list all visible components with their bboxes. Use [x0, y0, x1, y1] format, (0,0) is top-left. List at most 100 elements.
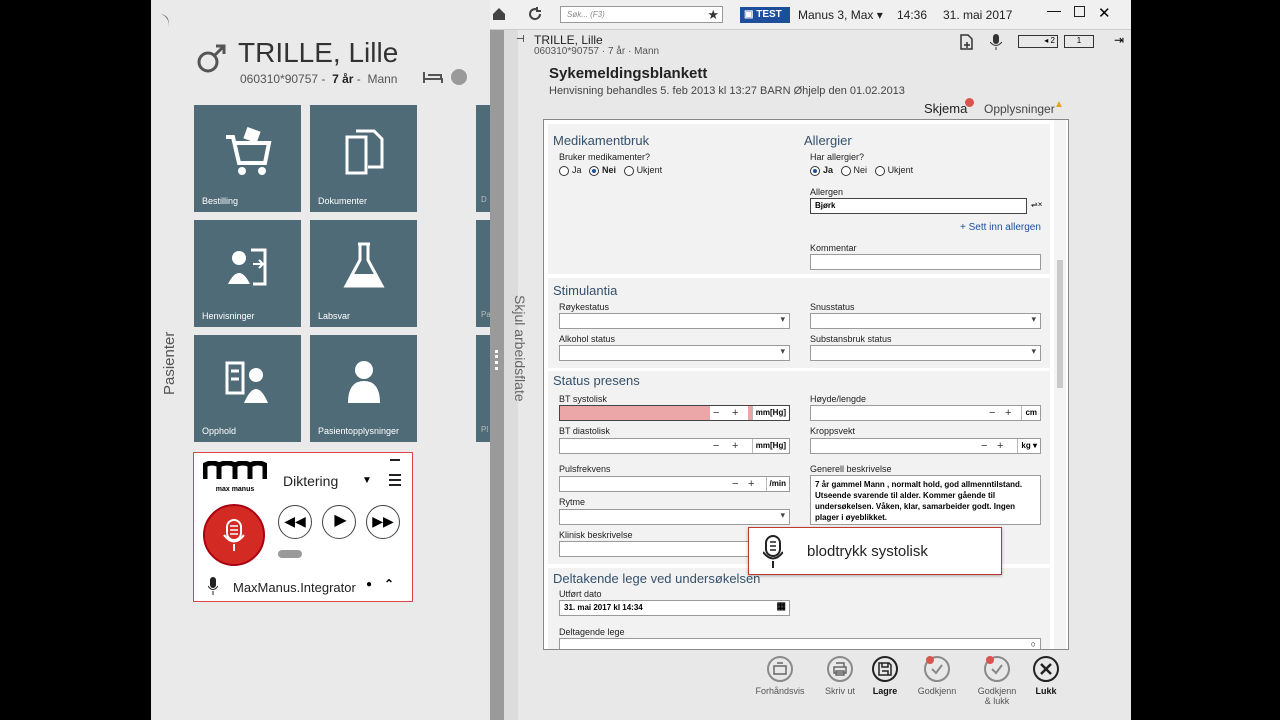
patients-vertical-tab[interactable]: Pasienter: [161, 332, 178, 395]
section-title-status: Status presens: [553, 373, 640, 388]
puls-input[interactable]: − + /min: [559, 476, 790, 492]
collapse-right-icon[interactable]: ⇥: [1114, 33, 1124, 47]
close-button[interactable]: Lukk: [1016, 656, 1076, 696]
radio-all-ukjent[interactable]: Ukjent: [874, 165, 913, 176]
rewind-button[interactable]: ◀◀: [278, 505, 312, 539]
rytme-select[interactable]: [559, 509, 790, 525]
page-next-button[interactable]: 1: [1064, 35, 1094, 48]
bt-sys-label: BT systolisk: [559, 394, 607, 404]
radio-all-ja[interactable]: Ja: [810, 165, 833, 176]
hide-workspace-label[interactable]: Skjul arbeidsflate: [512, 295, 528, 402]
page-back-button[interactable]: ◂ 2: [1018, 35, 1058, 48]
kommentar-input[interactable]: [810, 254, 1041, 270]
scrollbar-thumb[interactable]: [1057, 260, 1063, 388]
scrollbar[interactable]: [1054, 120, 1066, 649]
tile-partial-1[interactable]: D: [476, 105, 491, 212]
refresh-icon[interactable]: [528, 7, 542, 21]
radio-med-nei[interactable]: Nei: [589, 165, 616, 176]
mode-dropdown-icon[interactable]: ▼: [362, 475, 372, 486]
tile-bestilling[interactable]: Bestilling: [194, 105, 301, 212]
puls-plus-button[interactable]: +: [748, 477, 754, 491]
maximize-window-icon[interactable]: [1074, 6, 1085, 17]
radio-all-nei[interactable]: Nei: [840, 165, 867, 176]
alkohol-label: Alkohol status: [559, 334, 616, 344]
menu-icon[interactable]: [389, 473, 401, 487]
allergen-clear-icon[interactable]: ⇌×: [1031, 200, 1042, 209]
radio-med-ukjent[interactable]: Ukjent: [623, 165, 662, 176]
tile-opphold[interactable]: Opphold: [194, 335, 301, 442]
home-icon[interactable]: [492, 7, 506, 21]
section-title-stimulantia: Stimulantia: [553, 283, 618, 298]
bt-dia-minus-button[interactable]: −: [713, 439, 719, 453]
tile-pasientopplysninger[interactable]: Pasientopplysninger: [310, 335, 417, 442]
tile-labsvar[interactable]: Labsvar: [310, 220, 417, 327]
alkohol-select[interactable]: [559, 345, 790, 361]
vekt-label: Kroppsvekt: [810, 426, 856, 436]
hoyde-plus-button[interactable]: +: [1005, 406, 1011, 420]
allergen-input[interactable]: Bjørk: [810, 198, 1027, 214]
close-window-icon[interactable]: ✕: [1098, 4, 1111, 22]
documents-icon: [345, 129, 383, 175]
bt-sys-plus-button[interactable]: +: [732, 406, 738, 420]
puls-minus-button[interactable]: −: [732, 477, 738, 491]
vekt-input[interactable]: − + kg ▾: [810, 438, 1041, 454]
tile-partial-3[interactable]: Pl: [476, 335, 491, 442]
new-document-icon[interactable]: [959, 34, 973, 50]
tile-partial-2[interactable]: Pa: [476, 220, 491, 327]
tile-henvisninger[interactable]: Henvisninger: [194, 220, 301, 327]
vekt-plus-button[interactable]: +: [997, 439, 1003, 453]
bt-sys-input[interactable]: − + mm[Hg]: [559, 405, 790, 421]
save-button[interactable]: Lagre: [855, 656, 915, 696]
generell-textarea[interactable]: 7 år gammel Mann , normalt hold, god all…: [810, 475, 1041, 525]
minimize-window-icon[interactable]: —: [1047, 2, 1061, 18]
cart-icon: [225, 127, 271, 176]
radio-med-ja[interactable]: Ja: [559, 165, 582, 176]
calendar-icon[interactable]: ▦: [777, 601, 786, 612]
vekt-minus-button[interactable]: −: [981, 439, 987, 453]
workspace: Skjul arbeidsflate Søk... (F3) ★ ▣ TEST …: [490, 0, 1131, 720]
voice-command-text: blodtrykk systolisk: [807, 543, 928, 560]
dictation-mode-select[interactable]: Diktering: [283, 473, 338, 489]
maxmanus-logo: max manus: [202, 460, 268, 493]
patient-panel: Pasienter TRILLE, Lille 060310*90757 - 7…: [151, 0, 491, 720]
drag-handle-icon[interactable]: [495, 350, 499, 370]
dictation-widget: max manus Diktering ▼ ◀◀ ▶ ▶▶ MaxManus.I…: [193, 452, 413, 602]
tab-schema[interactable]: Skjema: [924, 101, 967, 116]
tile-dokumenter[interactable]: Dokumenter: [310, 105, 417, 212]
dictate-icon[interactable]: [990, 34, 1002, 50]
hospital-stay-icon: [225, 361, 268, 404]
header-patient-sub: 060310*90757 · 7 år · Mann: [534, 46, 660, 57]
royk-select[interactable]: [559, 313, 790, 329]
search-lege-icon[interactable]: ○: [1031, 639, 1036, 649]
microphone-icon: [223, 519, 245, 551]
forward-button[interactable]: ▶▶: [366, 505, 400, 539]
play-button[interactable]: ▶: [322, 505, 356, 539]
snus-label: Snusstatus: [810, 302, 855, 312]
favorite-star-icon[interactable]: ★: [707, 7, 719, 23]
record-button[interactable]: [203, 504, 265, 566]
workspace-divider[interactable]: [490, 0, 504, 720]
search-input[interactable]: Søk... (F3) ★: [560, 6, 723, 23]
klinisk-input[interactable]: [559, 541, 749, 557]
close-icon: [1040, 663, 1052, 675]
add-allergen-link[interactable]: + Sett inn allergen: [960, 222, 1041, 233]
dato-input[interactable]: 31. mai 2017 kl 14:34 ▦: [559, 600, 790, 616]
lege-input[interactable]: ○: [559, 638, 1041, 649]
bt-dia-plus-button[interactable]: +: [732, 439, 738, 453]
pin-icon[interactable]: ⊣: [516, 34, 525, 45]
hoyde-input[interactable]: − + cm: [810, 405, 1041, 421]
snus-select[interactable]: [810, 313, 1041, 329]
approve-button[interactable]: Godkjenn: [907, 656, 967, 696]
substans-select[interactable]: [810, 345, 1041, 361]
tab-opplysninger[interactable]: Opplysninger: [984, 102, 1055, 116]
position-slider[interactable]: [278, 550, 302, 558]
expand-chevron-icon[interactable]: ⌃: [384, 577, 394, 591]
hoyde-minus-button[interactable]: −: [989, 406, 995, 420]
bt-sys-minus-button[interactable]: −: [713, 406, 719, 420]
minimize-icon[interactable]: [390, 459, 400, 461]
klinisk-label: Klinisk beskrivelse: [559, 530, 633, 540]
user-menu[interactable]: Manus 3, Max ▾: [798, 8, 883, 22]
preview-button[interactable]: Forhåndsvis: [750, 656, 810, 696]
bt-dia-input[interactable]: − + mm[Hg]: [559, 438, 790, 454]
patient-id: 060310*90757: [240, 72, 319, 86]
